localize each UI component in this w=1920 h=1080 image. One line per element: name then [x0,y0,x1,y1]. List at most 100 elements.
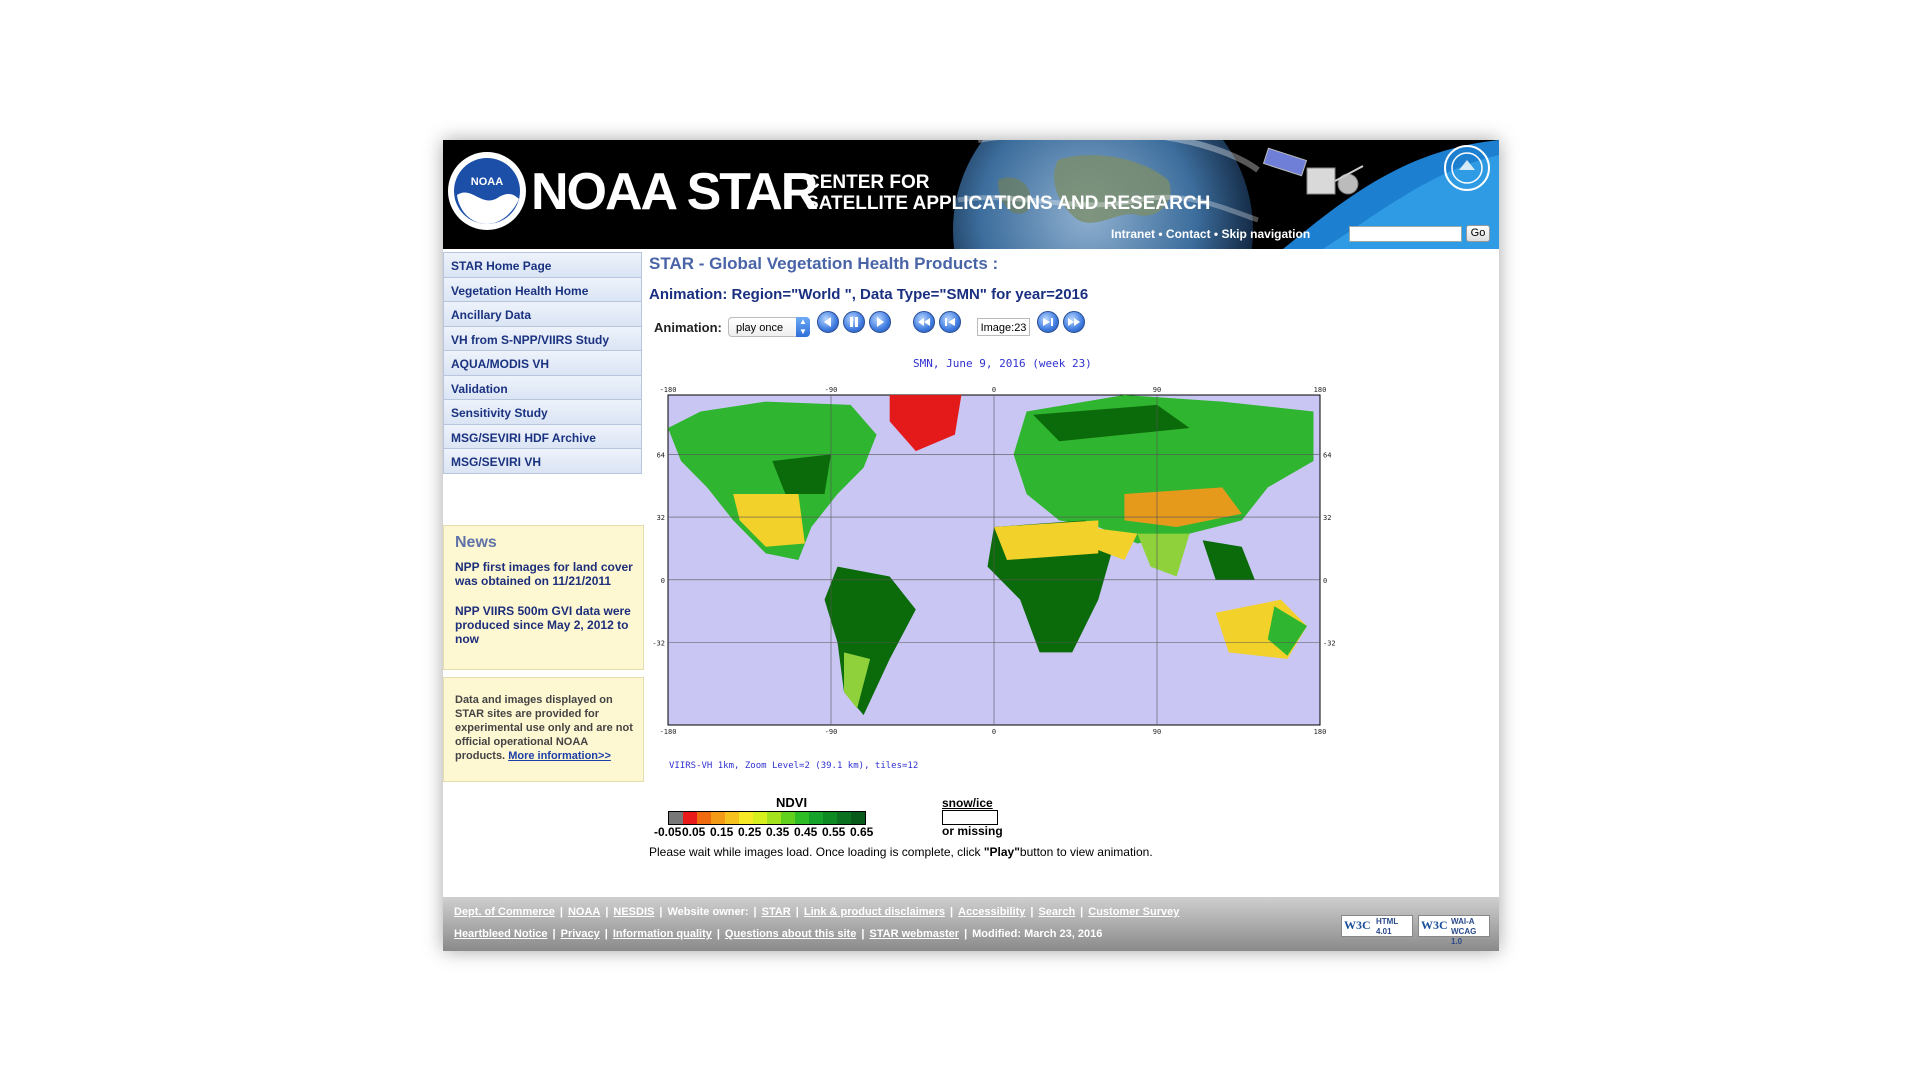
footer-separator: | [964,928,968,940]
legend-swatch [725,812,739,824]
map-credit: VIIRS-VH 1km, Zoom Level=2 (39.1 km), ti… [669,761,919,771]
sidebar-item[interactable]: Vegetation Health Home [443,276,642,303]
more-information-link[interactable]: More information>> [508,750,611,762]
footer-link[interactable]: Information quality [613,928,712,940]
step-back-icon [945,318,955,326]
w3c-html-badge[interactable]: W3C HTML 4.01 [1341,915,1413,937]
longitude-tick-label: 0 [992,728,996,736]
intranet-link[interactable]: Intranet [1111,227,1155,241]
satellite-icon [1263,147,1364,195]
w3c-wcag-badge[interactable]: W3C WAI-A WCAG 1.0 [1418,915,1490,946]
footer-link[interactable]: NESDIS [613,906,654,918]
footer-link[interactable]: NOAA [568,906,600,918]
noaa-logo-icon: NOAA [448,152,526,230]
badge-text: HTML 4.01 [1376,917,1398,937]
link-separator: • [1158,227,1163,241]
footer-link[interactable]: STAR [762,906,791,918]
badge-line-2: 4.01 [1376,927,1392,936]
footer-link[interactable]: Questions about this site [725,928,856,940]
contact-link[interactable]: Contact [1166,227,1211,241]
play-button[interactable] [869,311,891,333]
footer-text: Website owner: [667,906,749,918]
latitude-tick-label: -32 [652,640,665,648]
legend-swatch [697,812,711,824]
play-icon [877,317,884,327]
play-reverse-icon [824,317,831,327]
sidebar-item[interactable]: Ancillary Data [443,301,642,327]
footer-separator: | [1030,906,1034,918]
longitude-tick-label: 180 [1314,728,1327,736]
legend-tick-label: 0.55 [822,825,846,839]
footer-separator: | [861,928,865,940]
image-counter: Image:23 [977,318,1030,336]
footer-link[interactable]: Link & product disclaimers [804,906,945,918]
longitude-tick-label: 90 [1153,386,1161,394]
footer-separator: | [559,906,563,918]
sidebar-item[interactable]: VH from S-NPP/VIIRS Study [443,325,642,352]
department-seal-icon [1444,145,1490,191]
footer-link[interactable]: Dept. of Commerce [454,906,555,918]
footer-separator: | [795,906,799,918]
missing-label: or missing [942,824,1003,838]
animation-title: Animation: Region="World ", Data Type="S… [649,286,1089,303]
legend-swatch [809,812,823,824]
footer-link[interactable]: Privacy [561,928,600,940]
badge-line-2: WCAG 1.0 [1451,927,1477,946]
site-search-input[interactable] [1349,226,1462,242]
latitude-tick-label: 32 [657,514,665,522]
first-frame-button[interactable] [913,311,935,333]
legend-tick-label: 0.65 [850,825,874,839]
browser-page: NOAA NOAA STAR CENTER FOR SATELLITE APPL… [443,140,1499,951]
badge-line-1: WAI-A [1451,917,1475,926]
select-arrows-icon: ▲ ▼ [796,317,810,337]
sidebar-item[interactable]: STAR Home Page [443,252,642,278]
footer-row-2: Heartbleed Notice | Privacy | Information qu… [454,928,1102,940]
latitude-tick-label: -32 [1323,640,1336,648]
footer-link[interactable]: STAR webmaster [869,928,959,940]
legend-tick-label: 0.25 [738,825,762,839]
last-frame-button[interactable] [1063,311,1085,333]
legend-swatch [851,812,865,824]
w3c-logo: W3C [1344,918,1371,932]
footer-text: Modified: March 23, 2016 [972,928,1103,940]
footer-link[interactable]: Accessibility [958,906,1025,918]
header-links: Intranet • Contact • Skip navigation [1111,227,1310,241]
rewind-icon [918,318,930,326]
search-go-button[interactable]: Go [1466,225,1490,242]
site-subtitle: CENTER FOR SATELLITE APPLICATIONS AND RE… [806,172,1210,214]
subtitle-line-2: SATELLITE APPLICATIONS AND RESEARCH [806,193,1211,214]
longitude-tick-label: -90 [825,386,838,394]
page-title: STAR - Global Vegetation Health Products… [649,254,999,273]
legend-tick-label: -0.05 [654,825,682,839]
next-frame-button[interactable] [1037,311,1059,333]
previous-frame-button[interactable] [939,311,961,333]
legend-title: NDVI [776,795,808,810]
footer-separator: | [950,906,954,918]
pause-button[interactable] [843,311,865,333]
play-mode-select[interactable]: play once ▲ ▼ [728,317,810,337]
legend-tick-label: 0.15 [710,825,734,839]
legend-swatch [753,812,767,824]
legend-swatch [781,812,795,824]
w3c-logo: W3C [1421,918,1448,932]
longitude-tick-label: 180 [1314,386,1327,394]
footer-link[interactable]: Search [1038,906,1075,918]
footer-link[interactable]: Customer Survey [1088,906,1179,918]
skip-navigation-link[interactable]: Skip navigation [1221,227,1310,241]
legend-swatch [823,812,837,824]
legend-swatch [795,812,809,824]
longitude-tick-label: 0 [992,386,996,394]
site-footer: Dept. of Commerce | NOAA | NESDIS | Website ow… [443,897,1499,951]
loading-instructions: Please wait while images load. Once load… [649,845,1153,859]
footer-link[interactable]: Heartbleed Notice [454,928,548,940]
footer-separator: | [605,906,609,918]
latitude-tick-label: 32 [1323,514,1331,522]
latitude-tick-label: 0 [1323,577,1327,585]
legend-swatch [669,812,683,824]
footer-separator: | [716,928,720,940]
legend-tick-label: 0.05 [682,825,706,839]
snow-ice-swatch [942,810,998,825]
vegetation-map: -180 -180 -90 -90 0 0 90 90 180 180 64 64 32 32 0 0 -32 -… [652,386,1336,736]
subtitle-line-1: CENTER FOR [806,172,930,193]
step-backward-button[interactable] [817,311,839,333]
